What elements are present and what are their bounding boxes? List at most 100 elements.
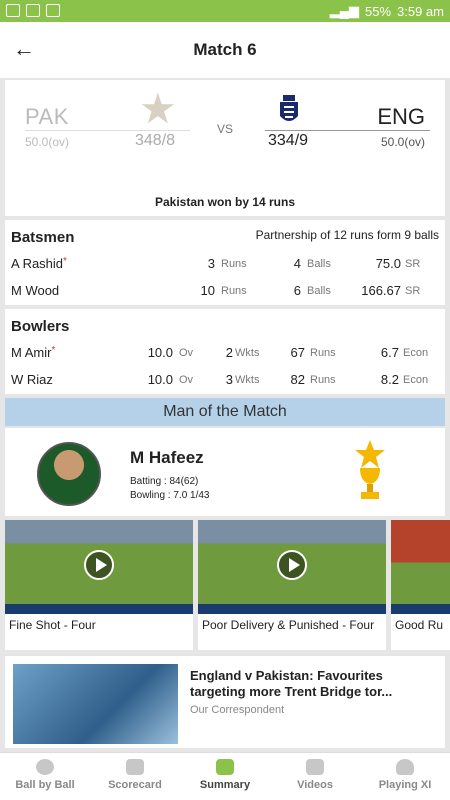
runs-value: 10 bbox=[200, 283, 215, 298]
bowler-name: M Amir* bbox=[11, 345, 56, 360]
signal-icon: ▂▄▆ bbox=[329, 3, 359, 18]
econ-unit: Econ bbox=[403, 347, 429, 359]
video-caption: Good Ru bbox=[395, 618, 444, 632]
nav-playing-xi[interactable]: Playing XI bbox=[360, 753, 450, 800]
notification-icons bbox=[6, 4, 60, 17]
helmet-icon bbox=[396, 759, 414, 775]
wkts-value: 3 bbox=[225, 372, 233, 387]
overs-unit: Ov bbox=[179, 374, 194, 386]
partnership-text: Partnership of 12 runs form 9 balls bbox=[255, 228, 439, 242]
video-caption: Poor Delivery & Punished - Four bbox=[202, 618, 375, 632]
score-card: PAK ★ 50.0(ov) 348/8 VS ENG 334/9 50.0(o… bbox=[5, 80, 445, 216]
shield-icon bbox=[126, 759, 144, 775]
page-title: Match 6 bbox=[193, 40, 257, 59]
sr-value: 75.0 bbox=[375, 256, 401, 271]
team-left-overs: 50.0(ov) bbox=[25, 135, 70, 149]
bowler-row[interactable]: W Riaz 10.0 Ov 3 Wkts 82 Runs 8.2 Econ bbox=[5, 368, 445, 392]
bowler-row[interactable]: M Amir* 10.0 Ov 2 Wkts 67 Runs 6.7 Econ bbox=[5, 341, 445, 365]
motm-player-name: M Hafeez bbox=[130, 448, 204, 467]
bowlers-card: Bowlers M Amir* 10.0 Ov 2 Wkts 67 Runs 6… bbox=[5, 309, 445, 394]
sr-unit: SR bbox=[405, 285, 421, 297]
gallery-icon bbox=[6, 4, 20, 17]
sr-unit: SR bbox=[405, 258, 421, 270]
motm-bowling: Bowling : 7.0 1/43 bbox=[130, 490, 210, 501]
video-caption: Fine Shot - Four bbox=[9, 618, 96, 632]
batsman-name: A Rashid* bbox=[11, 256, 67, 271]
video-thumbnail bbox=[391, 520, 450, 614]
batsman-name: M Wood bbox=[11, 283, 60, 298]
batsmen-heading: Batsmen bbox=[11, 229, 75, 246]
runs-unit: Runs bbox=[310, 347, 336, 359]
battery-level: 55% bbox=[364, 3, 392, 19]
econ-value: 8.2 bbox=[380, 372, 399, 387]
video-card[interactable]: Good Ru bbox=[391, 520, 450, 650]
econ-unit: Econ bbox=[403, 374, 429, 386]
balls-value: 6 bbox=[293, 283, 301, 298]
news-card[interactable]: England v Pakistan: Favourites targeting… bbox=[5, 656, 445, 748]
play-icon[interactable] bbox=[277, 550, 307, 580]
ball-icon bbox=[36, 759, 54, 775]
match-result: Pakistan won by 14 runs bbox=[154, 195, 296, 209]
runs-value: 82 bbox=[290, 372, 305, 387]
runs-value: 3 bbox=[207, 256, 215, 271]
runs-unit: Runs bbox=[221, 285, 247, 297]
versus-label: VS bbox=[217, 122, 234, 136]
england-crest-icon bbox=[280, 95, 298, 121]
batsman-row[interactable]: M Wood 10 Runs 6 Balls 166.67 SR bbox=[5, 279, 445, 303]
status-bar: ▂▄▆ 55% 3:59 am bbox=[0, 0, 450, 22]
wkts-value: 2 bbox=[225, 345, 233, 360]
divider bbox=[25, 130, 190, 131]
trophy-icon bbox=[355, 440, 385, 499]
wkts-unit: Wkts bbox=[235, 347, 260, 359]
runs-value: 67 bbox=[290, 345, 305, 360]
play-store-icon bbox=[26, 4, 40, 17]
balls-unit: Balls bbox=[307, 285, 331, 297]
nav-label: Scorecard bbox=[108, 779, 162, 791]
mail-icon bbox=[46, 4, 60, 17]
team-left-score: 348/8 bbox=[135, 132, 176, 149]
bottom-nav: Ball by Ball Scorecard Summary Videos Pl… bbox=[0, 752, 450, 800]
balls-unit: Balls bbox=[307, 258, 331, 270]
runs-unit: Runs bbox=[310, 374, 336, 386]
video-card[interactable]: Fine Shot - Four bbox=[5, 520, 193, 650]
overs-value: 10.0 bbox=[147, 345, 173, 360]
nav-label: Ball by Ball bbox=[15, 779, 75, 791]
team-right-score: 334/9 bbox=[268, 132, 309, 149]
motm-card[interactable]: M Hafeez Batting : 84(62) Bowling : 7.0 … bbox=[5, 428, 445, 516]
balls-value: 4 bbox=[293, 256, 301, 271]
news-title: England v Pakistan: Favourites targeting… bbox=[190, 668, 393, 699]
sr-value: 166.67 bbox=[361, 283, 401, 298]
clock: 3:59 am bbox=[397, 3, 444, 19]
wkts-unit: Wkts bbox=[235, 374, 260, 386]
motm-batting: Batting : 84(62) bbox=[130, 476, 199, 487]
overs-value: 10.0 bbox=[147, 372, 173, 387]
news-author: Our Correspondent bbox=[190, 704, 285, 716]
nav-summary[interactable]: Summary bbox=[180, 753, 270, 800]
divider bbox=[265, 130, 430, 131]
app-header: ← Match 6 bbox=[0, 22, 450, 78]
news-image bbox=[13, 664, 178, 744]
overs-unit: Ov bbox=[179, 347, 194, 359]
pakistan-star-icon: ★ bbox=[139, 85, 177, 132]
nav-scorecard[interactable]: Scorecard bbox=[90, 753, 180, 800]
nav-videos[interactable]: Videos bbox=[270, 753, 360, 800]
play-icon[interactable] bbox=[84, 550, 114, 580]
video-card[interactable]: Poor Delivery & Punished - Four bbox=[198, 520, 386, 650]
summary-icon bbox=[216, 759, 234, 775]
nav-label: Summary bbox=[199, 779, 251, 791]
team-right-name: ENG bbox=[377, 104, 425, 129]
bowler-name: W Riaz bbox=[11, 372, 53, 387]
player-avatar bbox=[37, 442, 101, 506]
bowlers-heading: Bowlers bbox=[11, 318, 70, 335]
video-icon bbox=[306, 759, 324, 775]
batsman-row[interactable]: A Rashid* 3 Runs 4 Balls 75.0 SR bbox=[5, 252, 445, 276]
team-right-overs: 50.0(ov) bbox=[380, 135, 425, 149]
nav-label: Videos bbox=[297, 779, 333, 791]
nav-ball-by-ball[interactable]: Ball by Ball bbox=[0, 753, 90, 800]
batsmen-card: Batsmen Partnership of 12 runs form 9 ba… bbox=[5, 220, 445, 305]
motm-heading: Man of the Match bbox=[5, 398, 445, 426]
econ-value: 6.7 bbox=[380, 345, 399, 360]
runs-unit: Runs bbox=[221, 258, 247, 270]
nav-label: Playing XI bbox=[378, 779, 432, 791]
team-left-name: PAK bbox=[25, 104, 69, 129]
